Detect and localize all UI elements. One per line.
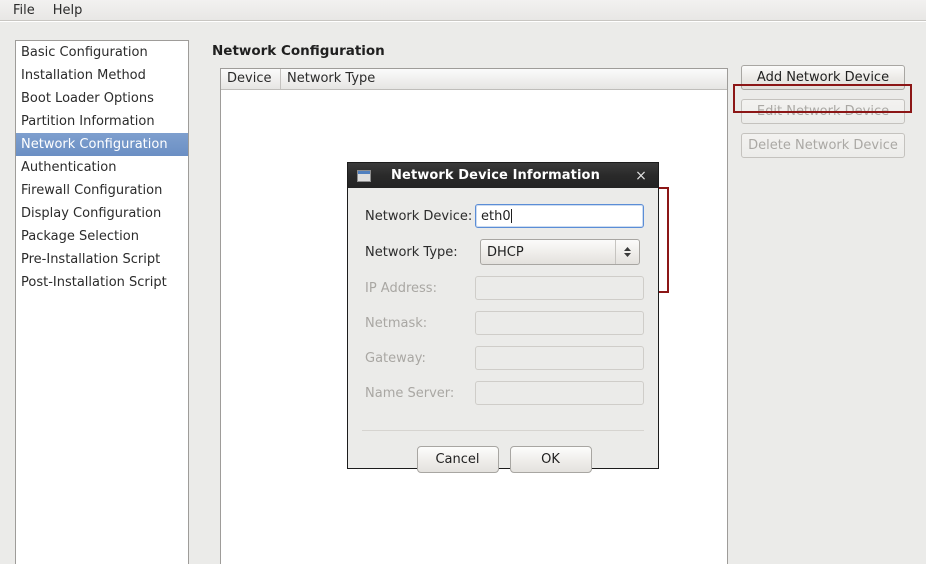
chevron-up-icon — [624, 247, 631, 251]
label-network-type: Network Type: — [365, 244, 458, 260]
dialog-button-bar: Cancel OK — [348, 446, 660, 473]
label-ip-address: IP Address: — [365, 280, 437, 296]
netmask-input-value — [481, 312, 638, 334]
field-row-ip-address: IP Address: — [362, 276, 644, 300]
sidebar-item-installation-method[interactable]: Installation Method — [16, 64, 188, 87]
window-icon — [357, 169, 371, 182]
dialog-separator — [362, 430, 644, 431]
cancel-button[interactable]: Cancel — [416, 446, 499, 473]
label-gateway: Gateway: — [365, 350, 426, 366]
network-device-input-value: eth0 — [481, 208, 511, 224]
column-header-device[interactable]: Device — [221, 69, 281, 89]
text-caret — [510, 209, 512, 223]
chevron-updown-icon[interactable] — [615, 240, 639, 264]
field-row-name-server: Name Server: — [362, 381, 644, 405]
ip-address-input-value — [481, 277, 638, 299]
dialog-titlebar[interactable]: Network Device Information × — [348, 163, 658, 188]
label-name-server: Name Server: — [365, 385, 455, 401]
label-netmask: Netmask: — [365, 315, 428, 331]
workspace: Basic Configuration Installation Method … — [0, 22, 926, 585]
menu-item-help[interactable]: Help — [44, 1, 92, 20]
label-network-device: Network Device: — [365, 208, 473, 224]
sidebar-item-pre-installation-script[interactable]: Pre-Installation Script — [16, 248, 188, 271]
menu-item-file[interactable]: File — [4, 1, 44, 20]
page-title: Network Configuration — [212, 43, 385, 59]
gateway-input-value — [481, 347, 638, 369]
dialog-title: Network Device Information — [391, 168, 600, 183]
close-icon[interactable]: × — [630, 169, 652, 183]
network-device-input[interactable]: eth0 — [475, 204, 644, 228]
edit-network-device-button: Edit Network Device — [741, 99, 905, 124]
gateway-input — [475, 346, 644, 370]
field-row-network-type: Network Type: DHCP — [362, 239, 644, 265]
name-server-input-value — [481, 382, 638, 404]
sidebar-item-package-selection[interactable]: Package Selection — [16, 225, 188, 248]
ip-address-input — [475, 276, 644, 300]
device-action-buttons: Add Network Device Edit Network Device D… — [741, 65, 905, 167]
sidebar-item-authentication[interactable]: Authentication — [16, 156, 188, 179]
ok-button[interactable]: OK — [509, 446, 592, 473]
sidebar-item-partition-information[interactable]: Partition Information — [16, 110, 188, 133]
field-row-gateway: Gateway: — [362, 346, 644, 370]
sidebar-item-display-configuration[interactable]: Display Configuration — [16, 202, 188, 225]
dialog-body: Network Device: eth0 Network Type: DHCP — [348, 188, 658, 473]
network-type-selected-value: DHCP — [487, 244, 524, 260]
sidebar-item-boot-loader-options[interactable]: Boot Loader Options — [16, 87, 188, 110]
sidebar-item-basic-configuration[interactable]: Basic Configuration — [16, 41, 188, 64]
field-row-netmask: Netmask: — [362, 311, 644, 335]
delete-network-device-button: Delete Network Device — [741, 133, 905, 158]
table-header-row: Device Network Type — [221, 69, 727, 90]
sidebar-item-post-installation-script[interactable]: Post-Installation Script — [16, 271, 188, 294]
name-server-input — [475, 381, 644, 405]
column-header-network-type[interactable]: Network Type — [281, 69, 381, 89]
network-type-select[interactable]: DHCP — [480, 239, 640, 265]
sidebar-item-firewall-configuration[interactable]: Firewall Configuration — [16, 179, 188, 202]
menu-bar: File Help — [0, 0, 926, 21]
add-network-device-button[interactable]: Add Network Device — [741, 65, 905, 90]
netmask-input — [475, 311, 644, 335]
network-device-information-dialog: Network Device Information × Network Dev… — [347, 162, 659, 473]
sidebar-item-network-configuration[interactable]: Network Configuration — [16, 133, 188, 156]
sidebar-list[interactable]: Basic Configuration Installation Method … — [15, 40, 189, 564]
field-row-network-device: Network Device: eth0 — [362, 204, 644, 228]
chevron-down-icon — [624, 253, 631, 257]
